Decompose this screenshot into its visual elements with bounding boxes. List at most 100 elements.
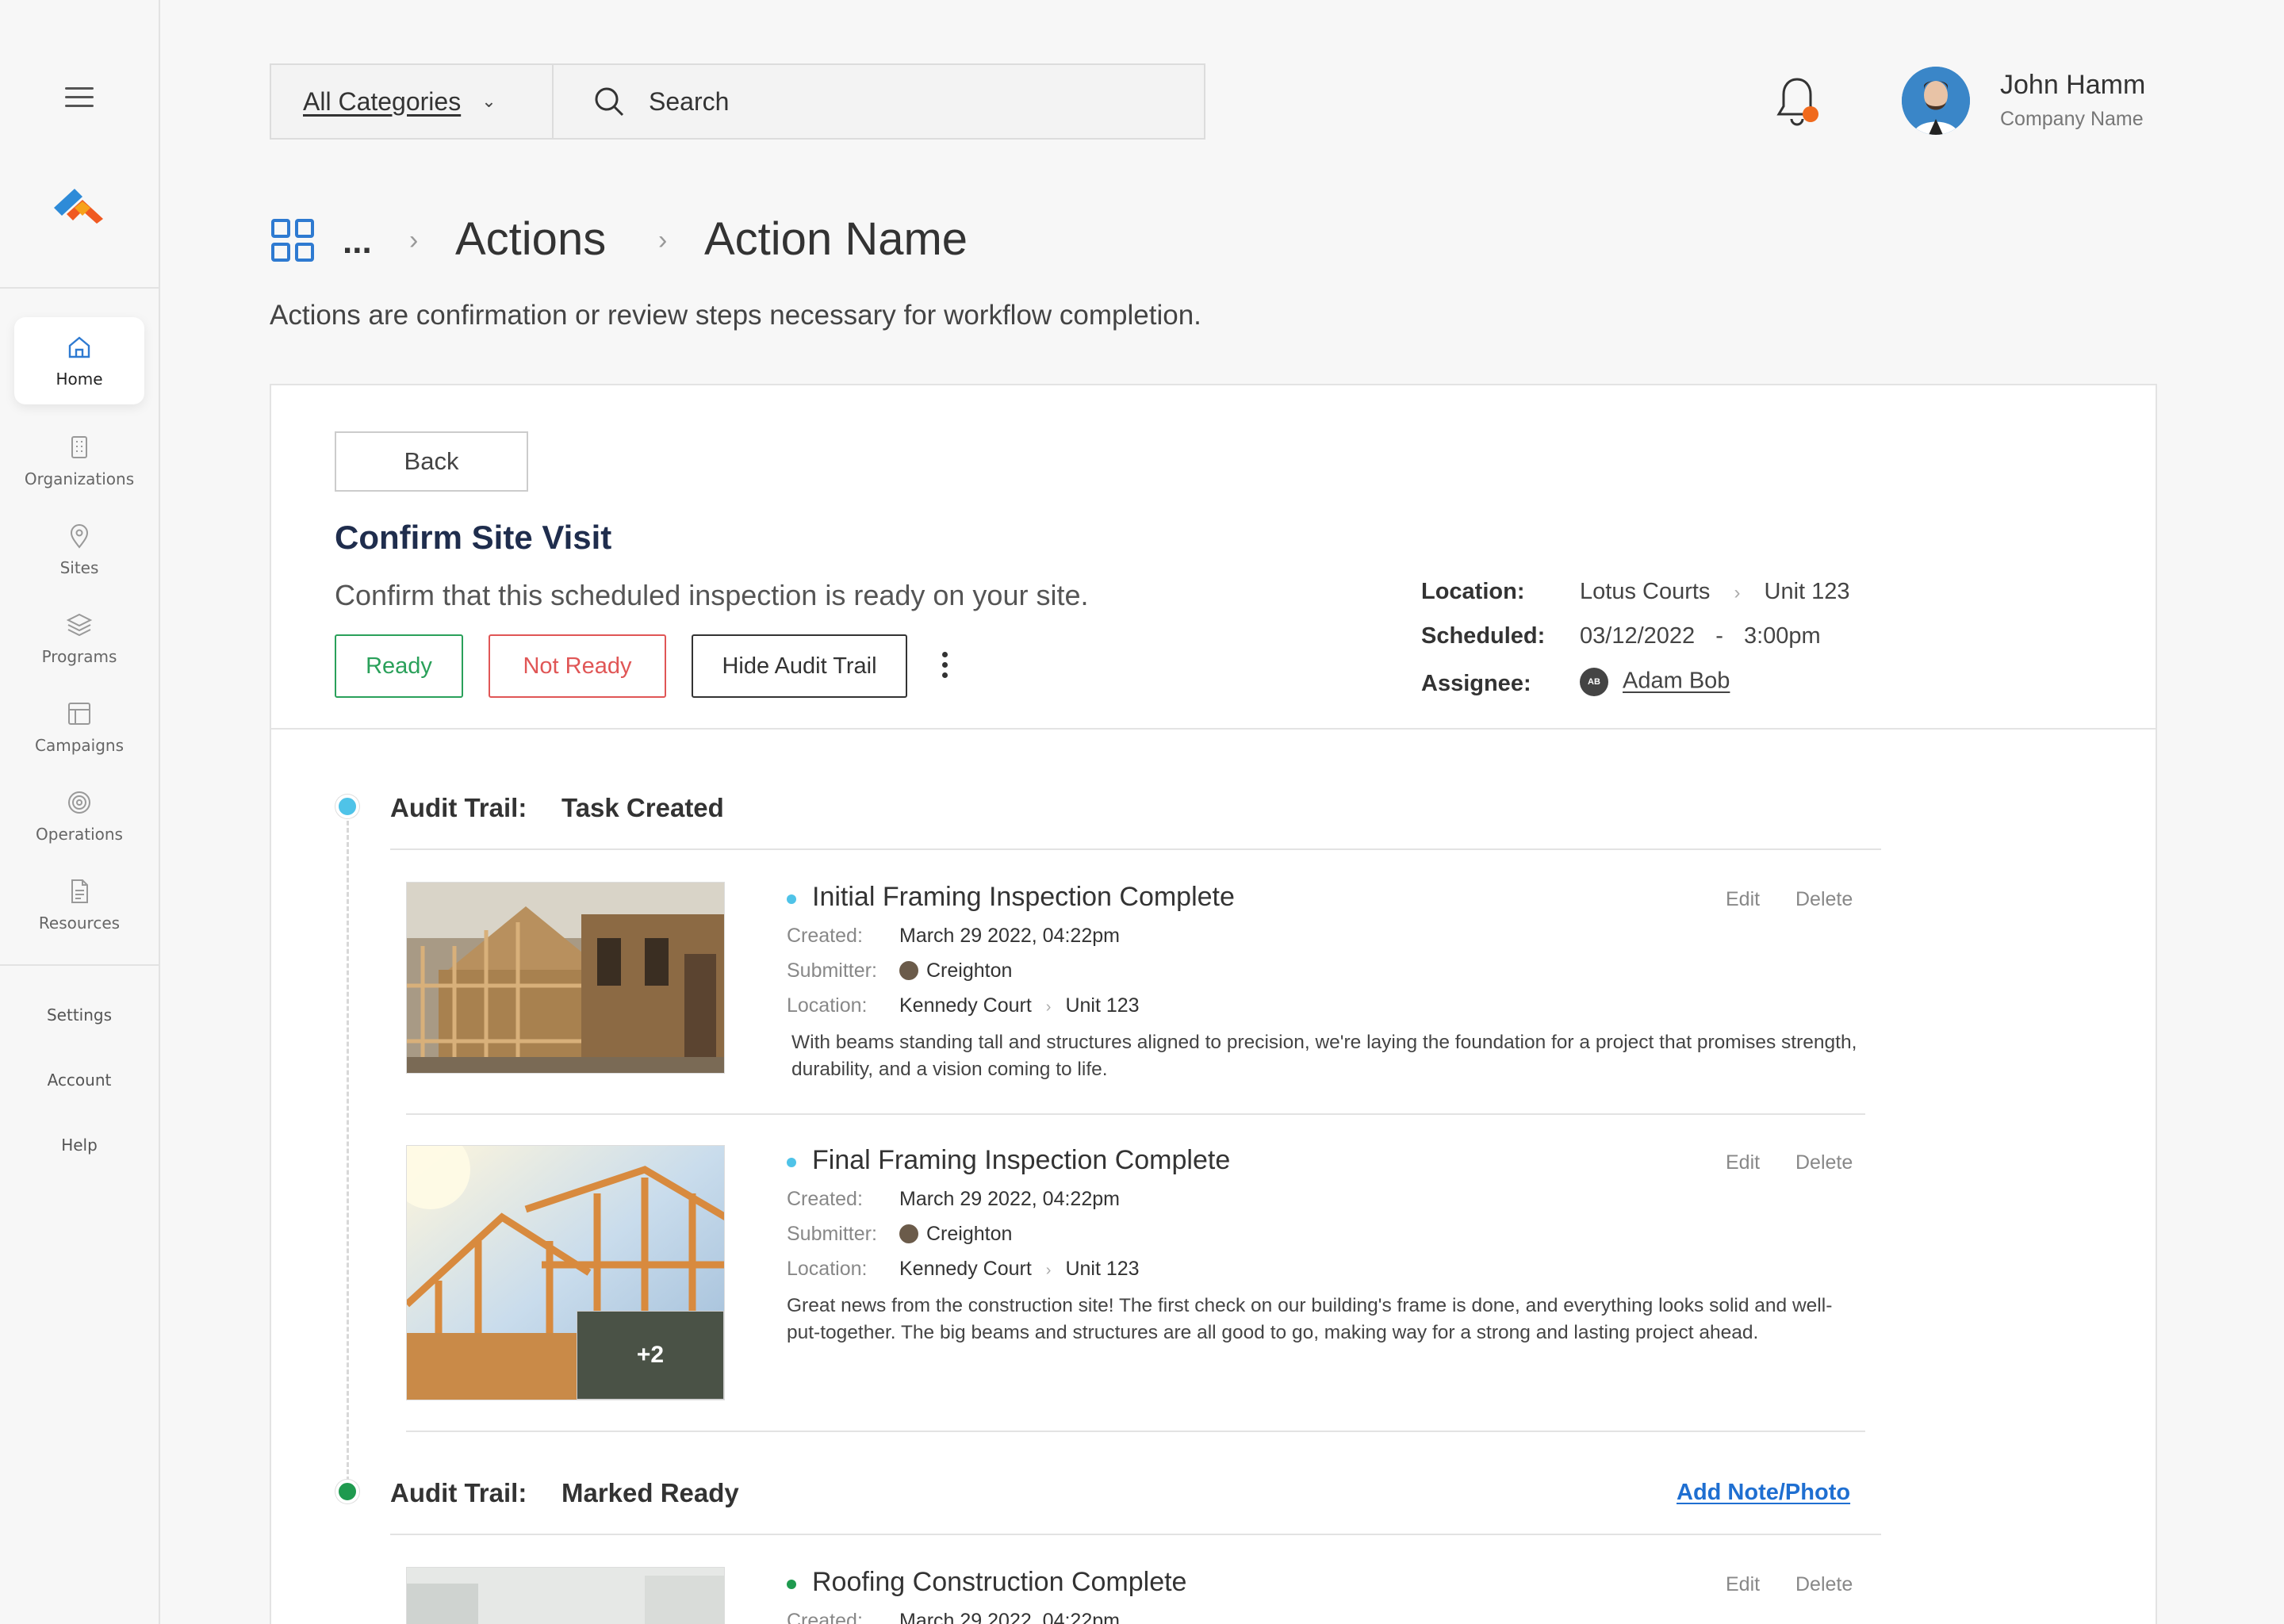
location-unit: Unit 123 (1764, 579, 1850, 604)
submitter-label: Submitter: (787, 959, 877, 982)
roofing-photo (407, 1568, 724, 1624)
sidebar-link-help[interactable]: Help (0, 1136, 159, 1155)
task-description: Confirm that this scheduled inspection i… (335, 579, 1089, 611)
more-photos-thumbnail[interactable]: +2 (577, 1311, 724, 1400)
sidebar-item-organizations[interactable]: Organizations (14, 417, 144, 504)
delete-button[interactable]: Delete (1795, 1151, 1853, 1174)
inspection-photo[interactable] (406, 882, 725, 1074)
grid-icon[interactable] (270, 217, 316, 263)
scheduled-time: 3:00pm (1743, 623, 1821, 649)
submitter-value: Creighton (899, 959, 1012, 982)
chevron-right-icon: › (1045, 998, 1052, 1016)
menu-icon[interactable] (65, 87, 94, 109)
hide-audit-trail-button[interactable]: Hide Audit Trail (692, 634, 907, 698)
more-options-icon[interactable] (942, 652, 952, 684)
home-icon (68, 336, 90, 358)
audit-item-title: Initial Framing Inspection Complete (812, 882, 1235, 912)
created-value: March 29 2022, 04:22pm (899, 1610, 1120, 1624)
framing-house-photo (407, 883, 724, 1073)
edit-button[interactable]: Edit (1726, 888, 1760, 911)
card-divider (271, 728, 2156, 730)
search-icon (595, 87, 624, 117)
submitter-avatar (899, 1224, 918, 1243)
chevron-down-icon: ⌄ (481, 91, 496, 111)
assignee-link[interactable]: Adam Bob (1623, 668, 1730, 694)
sidebar-item-label: Sites (59, 558, 99, 577)
search-placeholder: Search (649, 86, 730, 116)
created-value: March 29 2022, 04:22pm (899, 1188, 1120, 1210)
item-divider (406, 1431, 1865, 1432)
location-value: Lotus Courts › Unit 123 (1580, 579, 1850, 605)
inspection-photo[interactable] (406, 1567, 725, 1624)
location-unit: Unit 123 (1065, 994, 1140, 1017)
sidebar-item-home[interactable]: Home (14, 317, 144, 404)
sidebar-item-programs[interactable]: Programs (14, 595, 144, 682)
sidebar-item-operations[interactable]: Operations (14, 772, 144, 860)
notification-bell-icon[interactable] (1773, 75, 1821, 128)
layers-icon (66, 613, 93, 637)
sidebar-item-campaigns[interactable]: Campaigns (14, 684, 144, 771)
chevron-right-icon: › (1734, 582, 1741, 603)
sidebar-link-settings[interactable]: Settings (0, 1005, 159, 1025)
ready-button[interactable]: Ready (335, 634, 463, 698)
chevron-right-icon: › (1045, 1262, 1052, 1279)
page-title: Action Name (704, 213, 968, 265)
audit-item-body: With beams standing tall and structures … (791, 1032, 1857, 1080)
location-label: Location: (1421, 579, 1525, 604)
chevron-right-icon: › (658, 225, 668, 255)
location-label: Location: (787, 1258, 868, 1280)
sidebar-item-label: Resources (38, 914, 121, 933)
submitter-value: Creighton (899, 1223, 1012, 1246)
sidebar-item-sites[interactable]: Sites (14, 506, 144, 593)
sidebar-link-account[interactable]: Account (0, 1071, 159, 1090)
item-divider (406, 1113, 1865, 1115)
add-note-photo-link[interactable]: Add Note/Photo (1677, 1480, 1850, 1506)
location-unit: Unit 123 (1065, 1258, 1140, 1280)
sidebar-item-label: Operations (36, 825, 123, 844)
audit-divider (390, 848, 1881, 850)
location-value: Kennedy Court › Unit 123 (899, 1258, 1140, 1281)
timeline-dot (335, 795, 359, 818)
audit-item-body: Great news from the construction site! T… (787, 1295, 1833, 1343)
sidebar-item-resources[interactable]: Resources (14, 861, 144, 948)
submitter-name: Creighton (926, 959, 1013, 982)
created-label: Created: (787, 1188, 863, 1210)
app-logo[interactable] (51, 184, 106, 227)
location-site: Kennedy Court (899, 994, 1032, 1017)
location-value: Kennedy Court › Unit 123 (899, 994, 1140, 1017)
scheduled-value: 03/12/2022 - 3:00pm (1580, 623, 1821, 649)
search-input[interactable]: Search (554, 65, 1204, 138)
created-label: Created: (787, 1610, 863, 1624)
assignee-avatar: AB (1580, 668, 1608, 696)
edit-button[interactable]: Edit (1726, 1573, 1760, 1596)
sidebar: Home Organizations Sites Programs Campai… (0, 0, 160, 1624)
sidebar-item-label: Campaigns (34, 736, 124, 755)
created-label: Created: (787, 925, 863, 947)
breadcrumb-actions[interactable]: Actions (455, 213, 606, 266)
location-label: Location: (787, 994, 868, 1017)
category-dropdown[interactable]: All Categories ⌄ (271, 65, 554, 138)
not-ready-button[interactable]: Not Ready (489, 634, 666, 698)
back-button[interactable]: Back (335, 431, 528, 492)
location-site: Kennedy Court (899, 1258, 1032, 1280)
submitter-label: Submitter: (787, 1223, 877, 1245)
audit-item-title: Final Framing Inspection Complete (812, 1145, 1231, 1175)
timeline-dot (335, 1480, 359, 1503)
avatar[interactable] (1902, 67, 1970, 135)
breadcrumb-ellipsis[interactable]: ... (343, 222, 372, 262)
building-icon (71, 436, 87, 458)
audit-trail-title: Audit Trail: (390, 1478, 527, 1507)
scheduled-dash: - (1715, 623, 1723, 649)
location-pin-icon (70, 524, 89, 549)
delete-button[interactable]: Delete (1795, 888, 1853, 911)
assignee-label: Assignee: (1421, 671, 1531, 696)
sidebar-item-label: Organizations (24, 469, 135, 488)
audit-trail-title: Audit Trail: (390, 793, 527, 822)
edit-button[interactable]: Edit (1726, 1151, 1760, 1174)
inspection-photo[interactable]: +2 (406, 1145, 725, 1400)
timeline-line (347, 814, 349, 1496)
delete-button[interactable]: Delete (1795, 1573, 1853, 1596)
company-name: Company Name (2000, 108, 2144, 130)
scheduled-label: Scheduled: (1421, 623, 1546, 649)
location-site: Lotus Courts (1580, 579, 1711, 604)
